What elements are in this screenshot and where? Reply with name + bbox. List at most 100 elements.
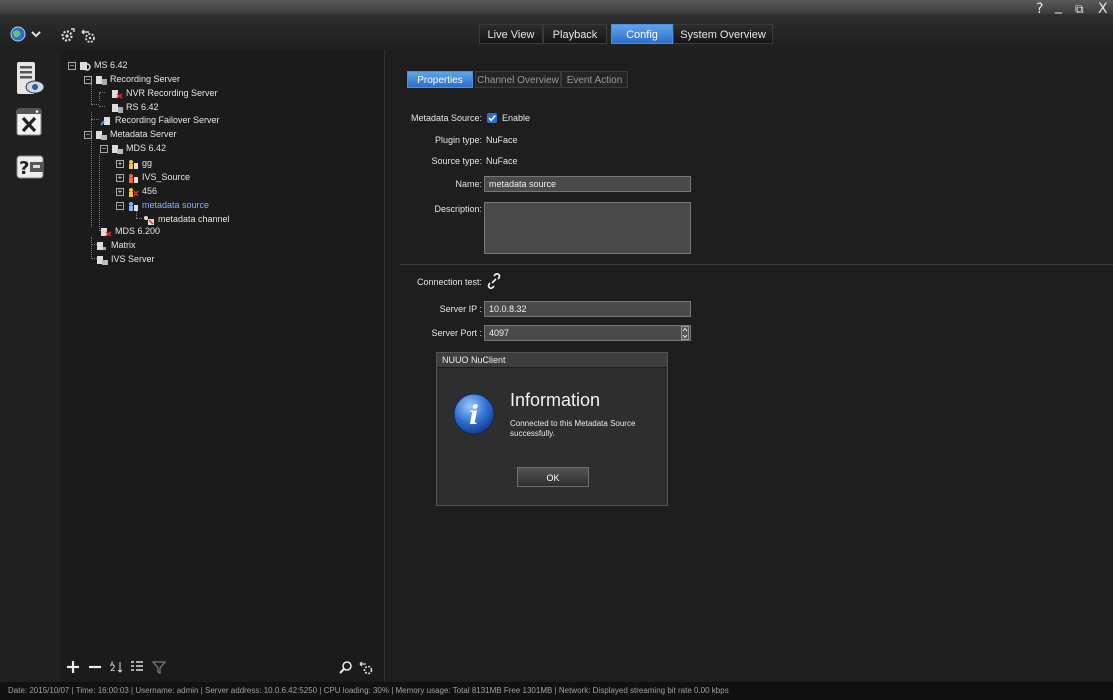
ok-button[interactable]: OK (517, 467, 589, 487)
server-port-stepper[interactable]: 4097 (484, 325, 691, 341)
list-view-icon[interactable] (130, 660, 144, 674)
source-type-value: NuFace (486, 156, 518, 166)
metadata-server-offline-icon (101, 227, 112, 237)
collapse-icon[interactable]: − (68, 61, 76, 70)
server-ip-label: Server IP : (439, 304, 482, 314)
subtab-properties[interactable]: Properties (407, 71, 473, 88)
subtab-event-action[interactable]: Event Action (561, 71, 628, 88)
tree-node-metadata-channel[interactable]: metadata channel (143, 213, 230, 225)
connection-link-icon[interactable] (486, 273, 502, 289)
tree-node-456[interactable]: +456 (116, 185, 157, 197)
title-bar (0, 0, 1113, 14)
description-field[interactable] (484, 202, 691, 254)
tree-label: MDS 6.42 (126, 143, 167, 153)
left-icon-bar (0, 50, 60, 682)
tools-settings-icon[interactable] (15, 105, 45, 139)
tab-live-view[interactable]: Live View (479, 24, 543, 44)
tree-node-recording-failover-server[interactable]: Recording Failover Server (100, 114, 220, 126)
tree-label: RS 6.42 (126, 102, 159, 112)
name-field[interactable]: metadata source (484, 176, 691, 192)
tree-toolbar: 2A (66, 660, 386, 680)
dialog-heading: Information (510, 390, 601, 410)
dialog-title: NUUO NuClient (442, 355, 506, 365)
ivs-server-icon (97, 255, 108, 265)
info-icon: i (453, 393, 495, 435)
globe-icon (10, 26, 41, 42)
description-label: Description: (434, 204, 482, 214)
recording-server-icon (96, 75, 107, 85)
expand-icon[interactable]: + (116, 159, 124, 168)
settings-gear-icon[interactable] (60, 27, 76, 43)
name-label: Name: (455, 179, 482, 189)
tree-node-recording-server[interactable]: − Recording Server (84, 73, 180, 85)
tree-label: metadata channel (158, 214, 230, 224)
tree-node-matrix[interactable]: Matrix (96, 239, 136, 251)
tree-label: MDS 6.200 (115, 226, 161, 236)
collapse-icon[interactable]: − (84, 75, 92, 84)
spin-arrows-icon (682, 327, 688, 339)
add-icon[interactable] (66, 660, 80, 674)
server-ip-field[interactable]: 10.0.8.32 (484, 301, 691, 317)
tree-node-metadata-source[interactable]: − metadata source (116, 199, 209, 211)
metadata-server-icon (96, 130, 107, 140)
tree-node-ivs-source[interactable]: + IVS_Source (116, 171, 190, 183)
failover-server-icon (100, 116, 110, 126)
minimize-icon[interactable]: _ (1055, 0, 1062, 14)
chevron-down-icon (31, 31, 41, 38)
tree-label: 456 (142, 186, 158, 196)
svg-text:i: i (469, 401, 479, 431)
server-link-icon[interactable] (80, 28, 96, 44)
expand-icon[interactable]: + (116, 173, 124, 182)
metadata-source-label: Metadata Source: (410, 113, 482, 123)
tree-label: MS 6.42 (94, 60, 128, 70)
tab-config[interactable]: Config (611, 24, 673, 44)
server-camera-icon[interactable] (15, 60, 45, 96)
dialog-titlebar[interactable]: NUUO NuClient (437, 353, 667, 368)
subtab-channel-overview[interactable]: Channel Overview (475, 71, 561, 88)
remove-icon[interactable] (88, 660, 102, 674)
metadata-source-icon (129, 187, 139, 197)
tab-playback[interactable]: Playback (543, 24, 607, 44)
dialog-message: Connected to this Metadata Source succes… (510, 419, 636, 438)
ivs-source-icon (129, 173, 138, 183)
tree-node-ms[interactable]: − MS 6.42 (68, 59, 128, 71)
tree-node-nvr-recording-server[interactable]: NVR Recording Server (111, 87, 218, 99)
tree-node-gg[interactable]: + gg (116, 157, 152, 169)
plugin-type-label: Plugin type: (434, 135, 482, 145)
close-icon[interactable]: X (1098, 1, 1108, 17)
status-bar: Date: 2015/10/07 | Time: 16:00:03 | User… (0, 682, 1113, 700)
connection-test-label: Connection test: (416, 277, 482, 287)
collapse-icon[interactable]: − (84, 130, 92, 139)
globe-menu-button[interactable] (10, 26, 44, 42)
spin-buttons[interactable] (681, 326, 689, 340)
enable-checkbox[interactable] (487, 113, 497, 123)
tree-label: gg (142, 158, 153, 168)
tree-node-mds-6200[interactable]: MDS 6.200 (100, 225, 160, 237)
information-dialog: NUUO NuClient i Information Connected to… (436, 352, 668, 506)
search-icon[interactable] (339, 661, 353, 675)
svg-text:?: ? (19, 158, 29, 179)
help-wallet-icon[interactable]: ? (15, 150, 45, 184)
filter-disabled-icon[interactable] (152, 660, 166, 674)
tree-label: Matrix (111, 240, 136, 250)
expand-icon[interactable]: + (116, 187, 124, 196)
tree-label: metadata source (142, 200, 210, 210)
tree-node-rs[interactable]: RS 6.42 (111, 101, 159, 113)
tree-node-ivs-server[interactable]: IVS Server (96, 253, 155, 265)
tree-label: Recording Failover Server (115, 115, 220, 125)
nvr-server-icon (112, 89, 123, 99)
server-link-icon[interactable] (359, 661, 373, 675)
source-type-label: Source type: (431, 156, 482, 166)
help-icon[interactable]: ? (1036, 1, 1043, 17)
section-divider (400, 264, 1113, 265)
tree-node-metadata-server[interactable]: − Metadata Server (84, 128, 177, 140)
management-server-icon (80, 61, 91, 71)
tab-system-overview[interactable]: System Overview (673, 24, 773, 44)
restore-icon[interactable]: ⧉ (1075, 2, 1084, 17)
collapse-icon[interactable]: − (100, 144, 108, 153)
tree-label: Recording Server (110, 74, 181, 84)
collapse-icon[interactable]: − (116, 201, 124, 210)
tree-node-mds-642[interactable]: − MDS 6.42 (100, 142, 166, 154)
enable-label: Enable (502, 113, 531, 123)
sort-icon[interactable]: 2A (110, 660, 124, 674)
